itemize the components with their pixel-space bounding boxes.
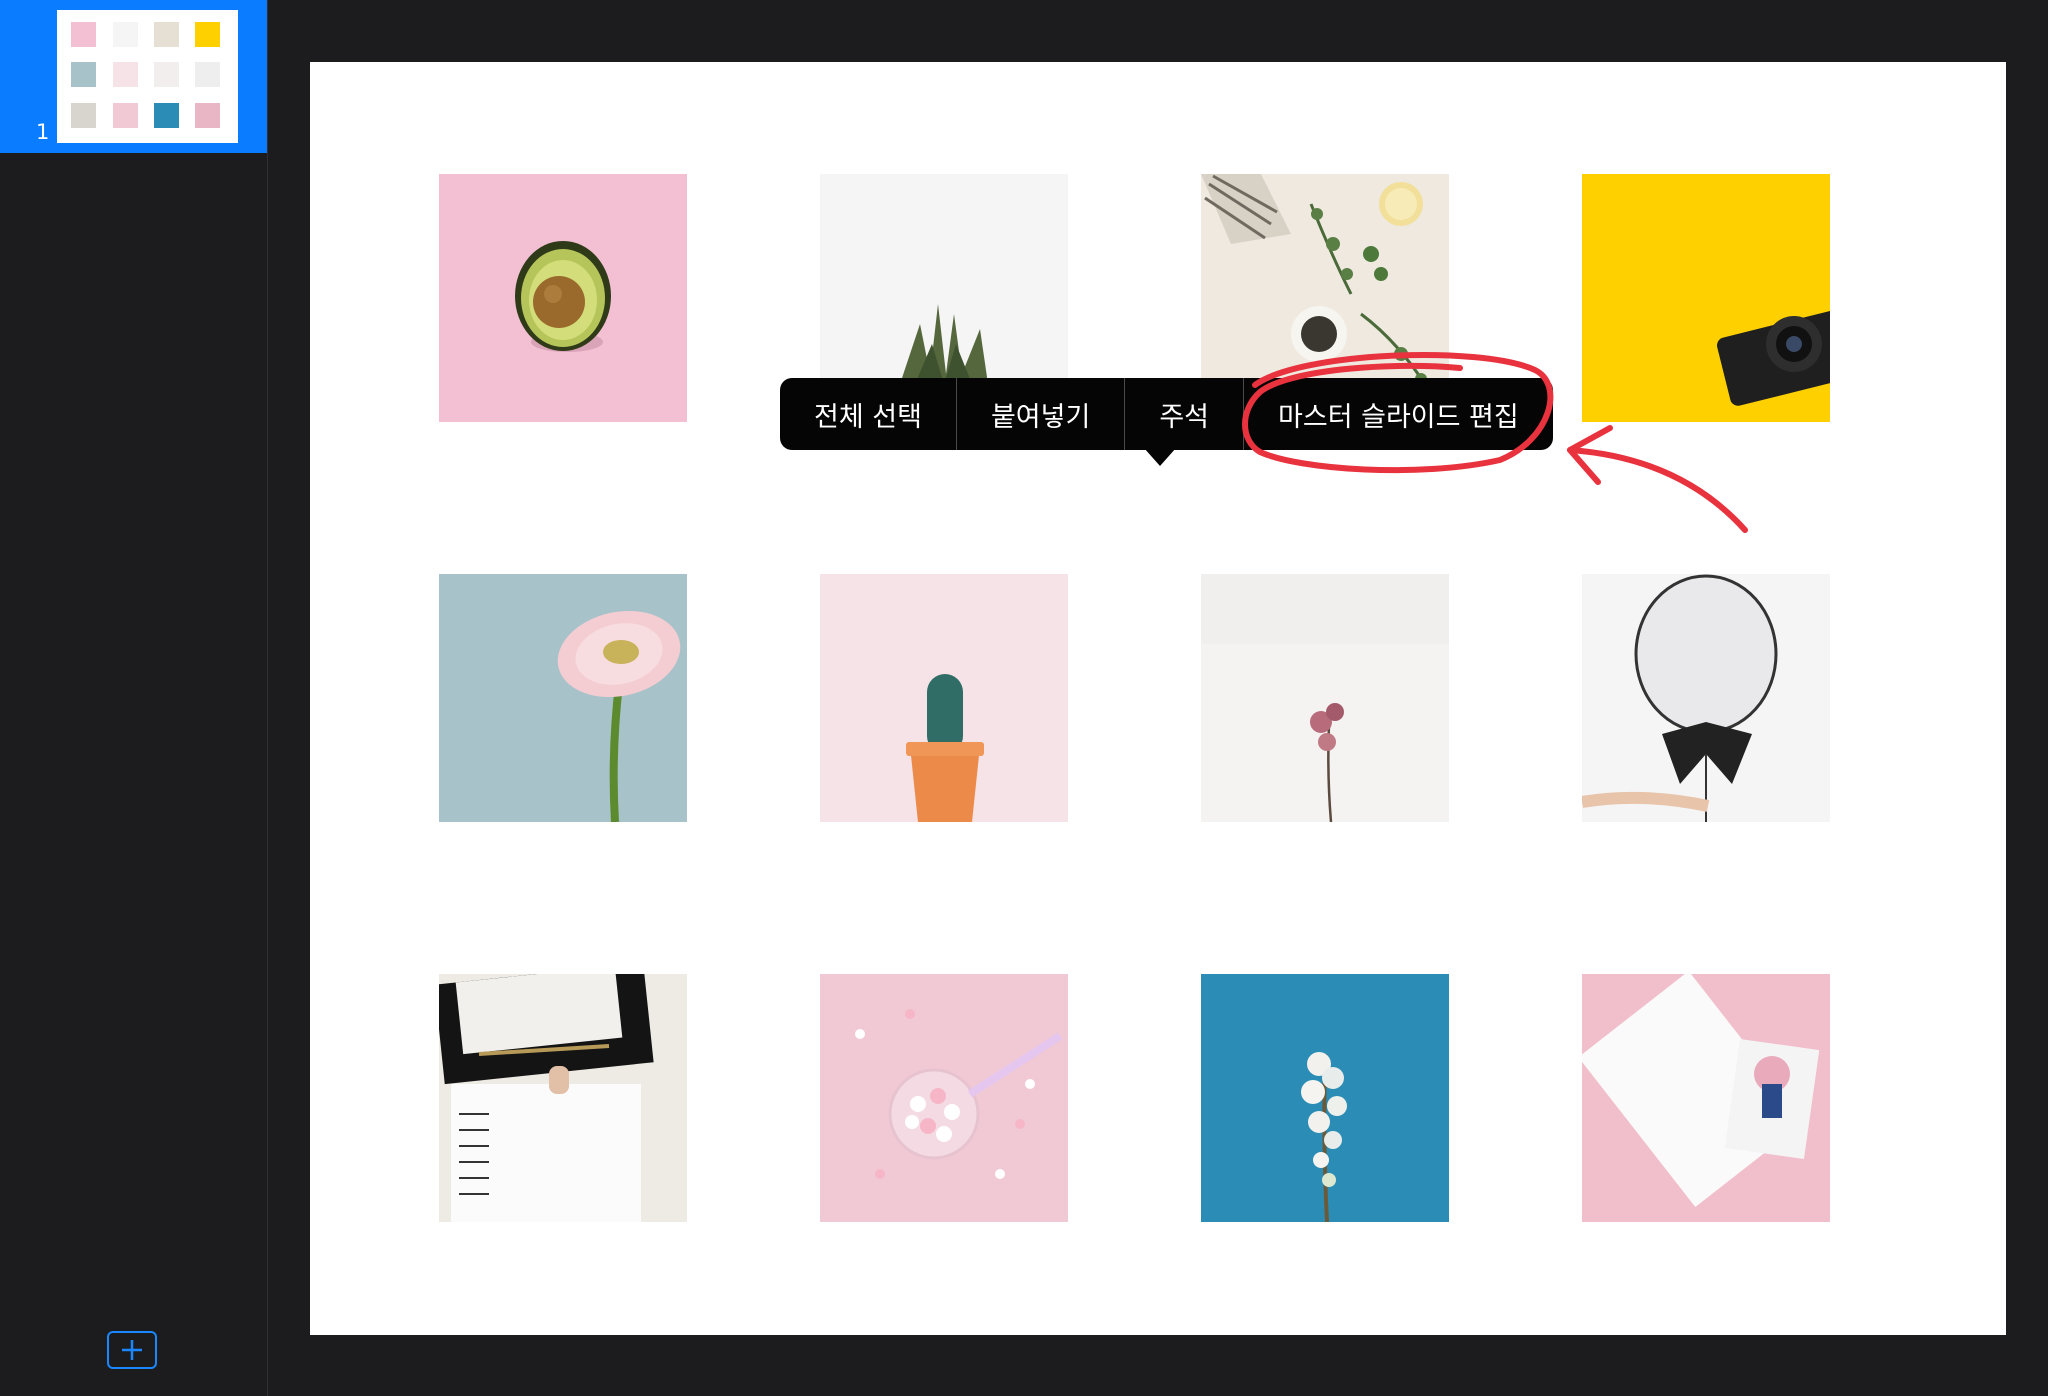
menu-item-comment[interactable]: 주석 [1124, 378, 1243, 450]
photo-marshmallows[interactable] [820, 974, 1068, 1222]
slide-thumbnail-selected[interactable]: 1 [0, 0, 267, 153]
mini-photo [113, 62, 138, 87]
mini-photo [154, 62, 179, 87]
menu-item-edit-master-slide[interactable]: 마스터 슬라이드 편집 [1243, 378, 1553, 450]
context-menu: 전체 선택 붙여넣기 주석 마스터 슬라이드 편집 [780, 378, 1553, 450]
mini-photo [195, 103, 220, 128]
photo-dried-rose[interactable] [1201, 574, 1449, 822]
photo-avocado[interactable] [439, 174, 687, 422]
mini-photo [71, 62, 96, 87]
mini-photo [195, 62, 220, 87]
mini-photo [154, 22, 179, 47]
mini-photo [71, 22, 96, 47]
photo-blossom[interactable] [1201, 974, 1449, 1222]
photo-clipboard[interactable] [439, 974, 687, 1222]
slide-thumbnail[interactable] [57, 10, 238, 143]
menu-item-select-all[interactable]: 전체 선택 [780, 378, 956, 450]
menu-item-paste[interactable]: 붙여넣기 [955, 378, 1124, 450]
mini-photo [113, 22, 138, 47]
photo-sketchbook[interactable] [1582, 974, 1830, 1222]
context-menu-pointer [1144, 448, 1176, 466]
photo-camera[interactable] [1582, 174, 1830, 422]
photo-balloon[interactable] [1582, 574, 1830, 822]
photo-cactus[interactable] [820, 574, 1068, 822]
mini-photo [113, 103, 138, 128]
slide-navigator: 1 [0, 0, 268, 1396]
add-slide-button[interactable] [107, 1331, 157, 1369]
mini-photo [195, 22, 220, 47]
mini-photo [154, 103, 179, 128]
photo-gerbera[interactable] [439, 574, 687, 822]
slide-number: 1 [36, 120, 50, 144]
plus-icon [122, 1340, 142, 1360]
mini-photo [71, 103, 96, 128]
slide-canvas[interactable] [310, 62, 2006, 1335]
